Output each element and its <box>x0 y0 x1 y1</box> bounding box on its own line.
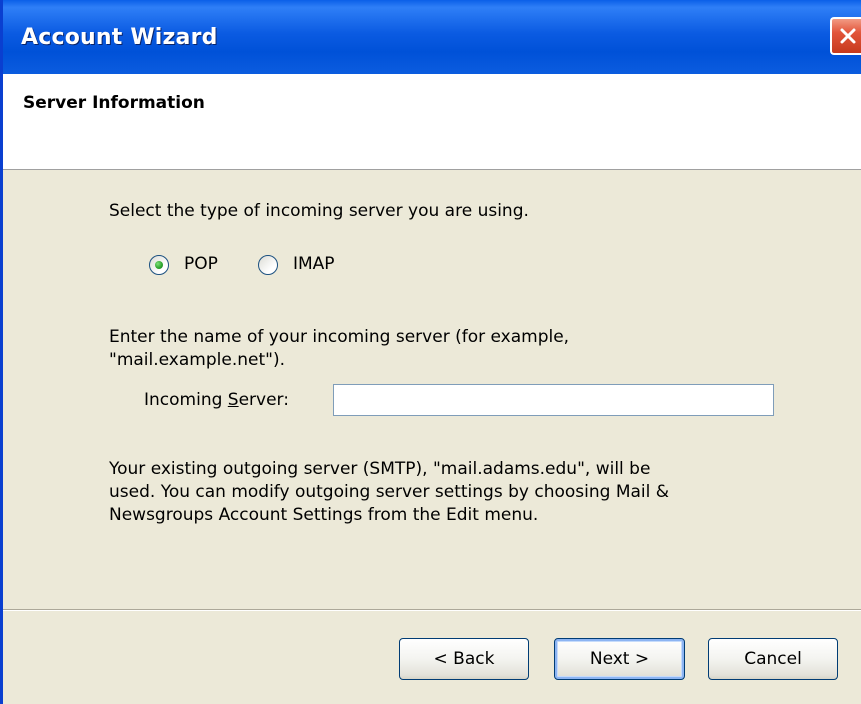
imap-radio[interactable] <box>258 255 278 275</box>
next-button[interactable]: Next > <box>554 638 685 680</box>
imap-radio-label[interactable]: IMAP <box>293 253 335 276</box>
incoming-server-label: Incoming Server: <box>144 389 289 412</box>
window-title: Account Wizard <box>21 25 218 50</box>
pop-radio-label[interactable]: POP <box>184 253 218 276</box>
page-title: Server Information <box>23 93 205 113</box>
outgoing-note-line1: Your existing outgoing server (SMTP), "m… <box>109 459 651 479</box>
pop-radio[interactable] <box>149 255 169 275</box>
outgoing-note-line3: Newsgroups Account Settings from the Edi… <box>109 505 539 525</box>
cancel-button[interactable]: Cancel <box>708 638 838 680</box>
title-bar[interactable]: Account Wizard <box>3 0 861 74</box>
close-button[interactable] <box>830 17 861 55</box>
incoming-server-label-prefix: Incoming <box>144 390 228 410</box>
outgoing-note-line2: used. You can modify outgoing server set… <box>109 482 670 502</box>
incoming-server-input[interactable] <box>333 384 774 416</box>
footer-divider <box>3 609 861 611</box>
close-icon <box>840 28 856 44</box>
back-button[interactable]: < Back <box>399 638 529 680</box>
incoming-server-label-suffix: erver: <box>238 390 289 410</box>
account-wizard-window: Account Wizard Server Information Select… <box>0 0 861 704</box>
server-type-prompt: Select the type of incoming server you a… <box>109 201 529 221</box>
incoming-server-label-accelerator: S <box>227 390 239 410</box>
radio-selected-dot <box>155 261 163 269</box>
incoming-server-prompt-line2: "mail.example.net"). <box>109 350 285 370</box>
incoming-server-prompt-line1: Enter the name of your incoming server (… <box>109 327 570 347</box>
wizard-page-header: Server Information <box>3 74 861 170</box>
